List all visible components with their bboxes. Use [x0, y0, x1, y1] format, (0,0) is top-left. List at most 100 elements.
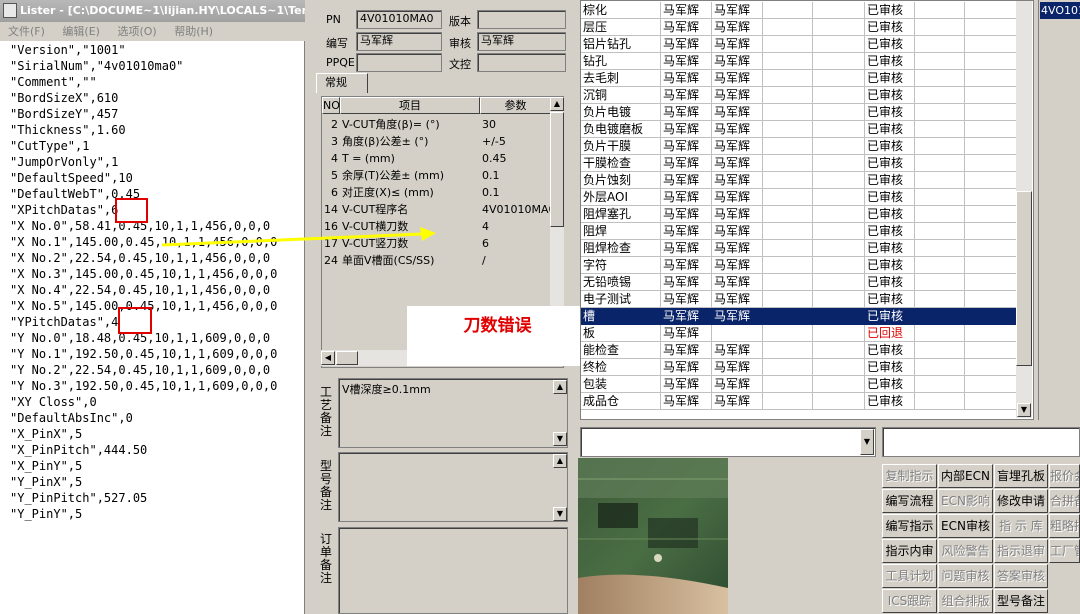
doc-control-field[interactable]	[477, 53, 566, 72]
process-row[interactable]: 终检 马军辉 马军辉 已审核	[581, 359, 1019, 376]
action-button[interactable]: 粗略排	[1049, 514, 1080, 538]
action-button[interactable]: 指示退审	[994, 539, 1048, 563]
process-row[interactable]: 铝片钻孔 马军辉 马军辉 已审核	[581, 36, 1019, 53]
action-button[interactable]: ECN影响	[938, 489, 993, 513]
param-header-item[interactable]: 项目	[340, 97, 480, 114]
action-button[interactable]: 组合排版	[938, 589, 993, 613]
process-row[interactable]: 包装 马军辉 马军辉 已审核	[581, 376, 1019, 393]
reviewer-field[interactable]: 马军辉	[477, 32, 566, 51]
param-row[interactable]: 24 单面V槽面(CS/SS) /	[322, 252, 551, 269]
process-row[interactable]: 干膜检查 马军辉 马军辉 已审核	[581, 155, 1019, 172]
process-row[interactable]: 阻焊 马军辉 马军辉 已审核	[581, 223, 1019, 240]
process-row[interactable]: 负片蚀刻 马军辉 马军辉 已审核	[581, 172, 1019, 189]
process-row[interactable]: 层压 马军辉 马军辉 已审核	[581, 19, 1019, 36]
lister-title-bar[interactable]: Lister - [C:\DOCUME~1\lijian.HY\LOCALS~1…	[0, 0, 305, 22]
writer-field[interactable]: 马军辉	[356, 32, 442, 51]
hscroll-thumb[interactable]	[336, 351, 358, 365]
process-row[interactable]: 成品仓 马军辉 马军辉 已审核	[581, 393, 1019, 410]
process-row[interactable]: 无铅喷锡 马军辉 马军辉 已审核	[581, 274, 1019, 291]
version-field[interactable]	[477, 10, 566, 29]
action-button[interactable]: 指 示 库	[994, 514, 1048, 538]
process-row[interactable]: 字符 马军辉 马军辉 已审核	[581, 257, 1019, 274]
note2-scroll-down-icon[interactable]: ▼	[553, 507, 567, 521]
param-row[interactable]: 6 对正度(X)≤ (mm) 0.1	[322, 184, 551, 201]
process-row[interactable]: 阻焊塞孔 马军辉 马军辉 已审核	[581, 206, 1019, 223]
action-button[interactable]: 编写指示	[882, 514, 937, 538]
menu-help[interactable]: 帮助(H)	[174, 25, 213, 38]
action-button[interactable]: ICS跟踪	[882, 589, 937, 613]
action-button[interactable]: 答案审核	[994, 564, 1048, 588]
process-scroll-thumb[interactable]	[1016, 191, 1032, 366]
process-scroll-down-icon[interactable]: ▼	[1017, 403, 1031, 417]
process-row[interactable]: 棕化 马军辉 马军辉 已审核	[581, 2, 1019, 19]
action-button[interactable]: 工厂管	[1049, 539, 1080, 563]
param-row[interactable]: 4 T = (mm) 0.45	[322, 150, 551, 167]
process-row[interactable]: 钻孔 马军辉 马军辉 已审核	[581, 53, 1019, 70]
param-row[interactable]: 2 V-CUT角度(β)= (°) 30	[322, 116, 551, 133]
filter-combo-right[interactable]	[882, 427, 1080, 457]
process-list-scrollbar[interactable]: ▼	[1016, 1, 1032, 418]
right-list-selected-item[interactable]: 4VO1010	[1040, 2, 1080, 19]
action-button[interactable]: 报价会	[1049, 464, 1080, 488]
action-button[interactable]: 风险警告	[938, 539, 993, 563]
action-button[interactable]: ECN审核	[938, 514, 993, 538]
action-button[interactable]: 问题审核	[938, 564, 993, 588]
param-header-no[interactable]: NO	[322, 97, 340, 114]
action-button[interactable]: 盲埋孔板	[994, 464, 1048, 488]
menu-edit[interactable]: 编辑(E)	[62, 25, 100, 38]
model-note-field[interactable]	[338, 452, 568, 522]
action-button[interactable]: 合拼备	[1049, 489, 1080, 513]
action-button[interactable]: 复制指示	[882, 464, 937, 488]
action-button[interactable]: 指示内审	[882, 539, 937, 563]
process-row[interactable]: 负片电镀 马军辉 马军辉 已审核	[581, 104, 1019, 121]
note1-scroll-up-icon[interactable]: ▲	[553, 380, 567, 394]
process-cell-step: 沉铜	[581, 87, 661, 104]
lister-text-content[interactable]: "Version","1001" "SirialNum","4v01010ma0"…	[0, 41, 304, 614]
scroll-left-icon[interactable]: ◀	[321, 351, 335, 365]
process-cell-empty	[915, 376, 965, 393]
chevron-down-icon[interactable]: ▼	[860, 429, 874, 455]
process-cell-empty	[915, 257, 965, 274]
param-row[interactable]: 5 余厚(T)公差± (mm) 0.1	[322, 167, 551, 184]
process-row[interactable]: 沉铜 马军辉 马军辉 已审核	[581, 87, 1019, 104]
process-row[interactable]: 负片干膜 马军辉 马军辉 已审核	[581, 138, 1019, 155]
menu-options[interactable]: 选项(O)	[117, 25, 156, 38]
process-row[interactable]: 去毛刺 马军辉 马军辉 已审核	[581, 70, 1019, 87]
process-cell-step: 能检查	[581, 342, 661, 359]
process-cell-status: 已审核	[865, 240, 915, 257]
param-row[interactable]: 14 V-CUT程序名 4V01010MA0.CS	[322, 201, 551, 218]
action-button[interactable]: 编写流程	[882, 489, 937, 513]
process-cell-empty	[813, 70, 865, 87]
process-note-field[interactable]: V槽深度≥0.1mm	[338, 378, 568, 448]
process-cell-b: 马军辉	[712, 36, 763, 53]
param-no: 2	[331, 118, 338, 131]
lister-line: "Y_PinX",5	[10, 475, 83, 489]
process-row[interactable]: 电子测试 马军辉 马军辉 已审核	[581, 291, 1019, 308]
note2-scroll-up-icon[interactable]: ▲	[553, 454, 567, 468]
filter-combo-left[interactable]: ▼	[580, 427, 876, 457]
process-cell-empty	[965, 274, 1019, 291]
scroll-thumb[interactable]	[550, 112, 564, 227]
tab-general[interactable]: 常规	[316, 73, 368, 93]
process-cell-status: 已审核	[865, 189, 915, 206]
process-cell-empty	[965, 206, 1019, 223]
param-header-value[interactable]: 参数	[480, 97, 551, 114]
action-button[interactable]: 型号备注	[994, 589, 1048, 613]
process-row[interactable]: 负电镀磨板 马军辉 马军辉 已审核	[581, 121, 1019, 138]
process-row[interactable]: 阻焊检查 马军辉 马军辉 已审核	[581, 240, 1019, 257]
order-note-field[interactable]	[338, 527, 568, 614]
ppqe-field[interactable]	[356, 53, 442, 72]
process-row[interactable]: 板马军辉 已回退	[581, 325, 1019, 342]
param-row[interactable]: 3 角度(β)公差± (°) +/-5	[322, 133, 551, 150]
action-button[interactable]: 修改申请	[994, 489, 1048, 513]
process-cell-a: 马军辉	[661, 223, 712, 240]
action-button[interactable]: 工具计划	[882, 564, 937, 588]
scroll-up-icon[interactable]: ▲	[550, 97, 564, 111]
process-row[interactable]: 能检查 马军辉 马军辉 已审核	[581, 342, 1019, 359]
pn-field[interactable]: 4V01010MA0	[356, 10, 442, 29]
note1-scroll-down-icon[interactable]: ▼	[553, 432, 567, 446]
action-button[interactable]: 内部ECN	[938, 464, 993, 488]
process-row[interactable]: 槽马军辉 马军辉 已审核	[581, 308, 1019, 325]
process-row[interactable]: 外层AOI 马军辉 马军辉 已审核	[581, 189, 1019, 206]
menu-file[interactable]: 文件(F)	[8, 25, 45, 38]
